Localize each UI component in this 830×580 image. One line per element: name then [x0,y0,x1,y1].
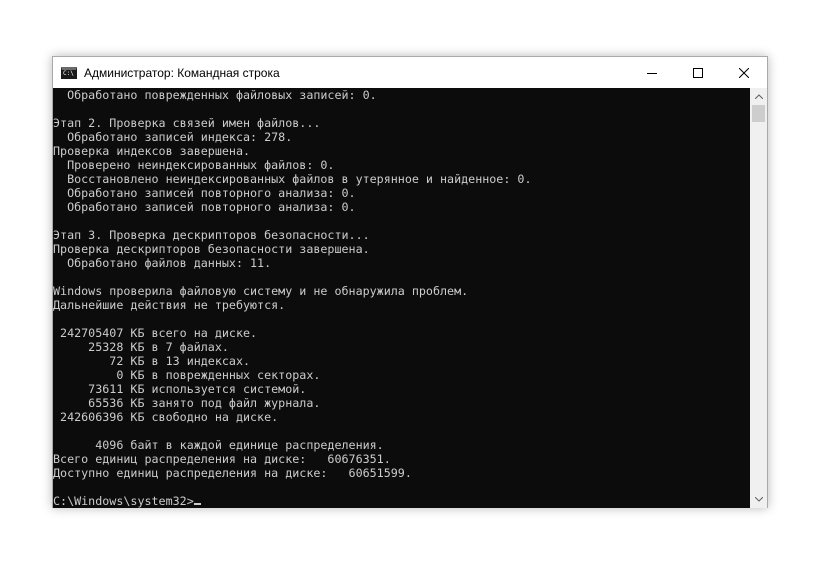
console-line: 4096 байт в каждой единице распределения… [53,438,384,452]
console-app-icon[interactable]: C:\ [61,66,77,79]
console-line: Windows проверила файловую систему и не … [53,284,469,298]
console-line: 0 КБ в поврежденных секторах. [53,368,321,382]
console-output[interactable]: Обработано поврежденных файловых записей… [53,88,751,508]
console-line: Проверено неиндексированных файлов: 0. [53,158,335,172]
command-prompt-window: C:\ Администратор: Командная строка Обра… [52,56,768,508]
console-lines: Обработано поврежденных файловых записей… [53,88,531,508]
scroll-up-arrow-icon [754,94,763,99]
maximize-icon [693,67,703,78]
console-line: Этап 3. Проверка дескрипторов безопаснос… [53,228,370,242]
console-line: Обработано поврежденных файловых записей… [53,88,377,102]
app-icon-text: C:\ [63,69,74,77]
console-line: Обработано записей индекса: 278. [53,130,293,144]
console-line: Обработано файлов данных: 11. [53,256,272,270]
console-line: 242606396 КБ свободно на диске. [53,410,279,424]
console-line: 25328 КБ в 7 файлах. [53,340,229,354]
scroll-down-arrow-icon [754,497,763,502]
console-line: 72 КБ в 13 индексах. [53,354,251,368]
scrollbar-thumb[interactable] [752,105,765,122]
console-line: 73611 КБ используется системой. [53,382,307,396]
console-line: Этап 2. Проверка связей имен файлов... [53,116,321,130]
command-prompt-line[interactable]: C:\Windows\system32> [53,494,531,508]
window-title: Администратор: Командная строка [84,65,280,80]
scroll-down-button[interactable] [750,491,767,508]
scroll-up-button[interactable] [750,88,767,105]
console-line: Всего единиц распределения на диске: 606… [53,452,391,466]
console-line: 242705407 КБ всего на диске. [53,326,258,340]
console-line: Проверка индексов завершена. [53,144,251,158]
minimize-icon [647,72,657,74]
console-line: 65536 КБ занято под файл журнала. [53,396,321,410]
console-line: Восстановлено неиндексированных файлов в… [53,172,532,186]
console-line: Доступно единиц распределения на диске: … [53,466,412,480]
close-icon [739,67,749,78]
window-controls [629,57,767,88]
console-line: Дальнейшие действия не требуются. [53,298,286,312]
console-line: Обработано записей повторного анализа: 0… [53,200,356,214]
maximize-button[interactable] [675,57,721,88]
title-bar[interactable]: C:\ Администратор: Командная строка [53,57,767,88]
text-cursor [193,503,201,505]
close-button[interactable] [721,57,767,88]
minimize-button[interactable] [629,57,675,88]
console-line: Проверка дескрипторов безопасности завер… [53,242,370,256]
console-line: Обработано записей повторного анализа: 0… [53,186,356,200]
vertical-scrollbar[interactable] [750,88,767,508]
prompt-text: C:\Windows\system32> [53,494,194,508]
